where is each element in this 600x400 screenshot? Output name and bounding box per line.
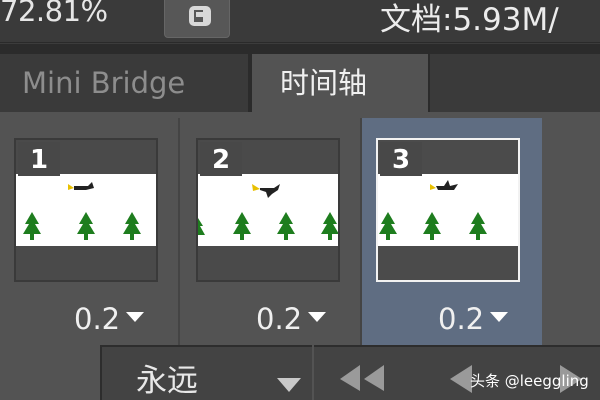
zoom-level[interactable]: 72.81%: [0, 0, 108, 28]
frame-delay-value: 0.2: [256, 302, 303, 336]
frame-delay-dropdown[interactable]: 0.2: [438, 302, 509, 336]
frame-thumbnail: [378, 174, 518, 246]
bird-icon: [252, 184, 280, 198]
frame-delay-value: 0.2: [438, 302, 485, 336]
frame-number: 1: [18, 142, 60, 176]
tab-bar-spacer: [430, 54, 600, 112]
tree-icons: [198, 212, 338, 240]
tab-timeline[interactable]: 时间轴: [252, 54, 428, 112]
tab-mini-bridge[interactable]: Mini Bridge: [0, 54, 250, 112]
frame-thumbnail-box[interactable]: 3: [376, 138, 520, 282]
controls-spacer: [0, 345, 98, 400]
bird-icon: [430, 180, 458, 190]
chevron-down-icon: [308, 312, 327, 322]
watermark: 头条 @leeggling: [470, 372, 589, 390]
rewind-icon[interactable]: [334, 361, 390, 393]
loop-options-select[interactable]: 永远: [100, 345, 312, 400]
frame-thumbnail: [16, 174, 156, 246]
status-menu-button[interactable]: [164, 0, 230, 38]
frame-thumbnail-box[interactable]: 2: [196, 138, 340, 282]
chevron-down-icon: [277, 378, 301, 392]
frame-delay-dropdown[interactable]: 0.2: [74, 302, 145, 336]
frame-delay-dropdown[interactable]: 0.2: [256, 302, 327, 336]
chevron-down-icon: [126, 312, 145, 322]
tree-icons: [379, 212, 487, 240]
animation-frame-1[interactable]: 1 0.2: [0, 118, 180, 348]
animation-frame-3[interactable]: 3 0.2: [362, 118, 542, 348]
frame-thumbnail-box[interactable]: 1: [14, 138, 158, 282]
frame-delay-value: 0.2: [74, 302, 121, 336]
bird-icon: [68, 182, 94, 190]
loop-options-value: 永远: [136, 363, 198, 399]
animation-frame-2[interactable]: 2 0.2: [182, 118, 362, 348]
chevron-down-icon: [490, 312, 509, 322]
panel-tab-bar: Mini Bridge 时间轴: [0, 44, 600, 112]
frame-number: 2: [200, 142, 242, 176]
status-menu-icon: [189, 6, 211, 26]
status-bar: 72.81% 文档:5.93M/: [0, 0, 600, 43]
frame-number: 3: [380, 142, 422, 176]
tree-icons: [23, 212, 141, 240]
frame-thumbnail: [198, 174, 338, 246]
document-size-info: 文档:5.93M/: [380, 2, 559, 38]
